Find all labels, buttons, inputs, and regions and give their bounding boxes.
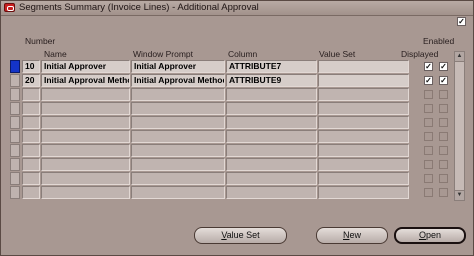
value_set-cell[interactable] [318, 116, 409, 129]
number-cell[interactable] [22, 116, 40, 129]
displayed-label: Displayed [401, 49, 439, 59]
enabled-checkbox[interactable] [439, 104, 448, 113]
number-label: Number [25, 36, 56, 46]
name-cell[interactable] [41, 158, 130, 171]
name-cell[interactable] [41, 102, 130, 115]
name-cell[interactable]: Initial Approval Metho [41, 74, 130, 87]
row-selector[interactable] [10, 60, 20, 73]
prompt-cell[interactable] [131, 130, 225, 143]
value_set-cell[interactable] [318, 144, 409, 157]
name-cell[interactable] [41, 144, 130, 157]
name-label: Name [44, 49, 67, 59]
number-cell[interactable]: 20 [22, 74, 40, 87]
number-cell[interactable]: 10 [22, 60, 40, 73]
number-cell[interactable] [22, 158, 40, 171]
prompt-cell[interactable] [131, 116, 225, 129]
value_set-cell[interactable] [318, 130, 409, 143]
displayed-checkbox[interactable]: ✓ [424, 76, 433, 85]
prompt-cell[interactable] [131, 186, 225, 199]
enabled-checkbox[interactable]: ✓ [439, 62, 448, 71]
number-cell[interactable] [22, 144, 40, 157]
row-selector[interactable] [10, 144, 20, 157]
scroll-up-icon[interactable]: ▲ [455, 52, 464, 62]
title-bar: Segments Summary (Invoice Lines) - Addit… [1, 1, 473, 16]
enabled-checkbox[interactable] [439, 188, 448, 197]
number-cell[interactable] [22, 172, 40, 185]
value_set-cell[interactable] [318, 74, 409, 87]
name-cell[interactable] [41, 186, 130, 199]
displayed-checkbox[interactable] [424, 132, 433, 141]
row-selector[interactable] [10, 158, 20, 171]
name-cell[interactable] [41, 172, 130, 185]
displayed-checkbox[interactable] [424, 118, 433, 127]
number-cell[interactable] [22, 88, 40, 101]
enabled-checkbox[interactable] [439, 146, 448, 155]
prompt-cell[interactable] [131, 172, 225, 185]
column-cell[interactable] [226, 102, 317, 115]
name-cell[interactable] [41, 130, 130, 143]
column-label: Column [228, 49, 258, 59]
column-cell[interactable] [226, 186, 317, 199]
new-button[interactable]: New [316, 227, 388, 244]
prompt-cell[interactable] [131, 88, 225, 101]
row-selector[interactable] [10, 74, 20, 87]
enabled-checkbox[interactable] [439, 90, 448, 99]
name-cell[interactable] [41, 88, 130, 101]
row-selector[interactable] [10, 116, 20, 129]
row-selector[interactable] [10, 186, 20, 199]
value_set-cell[interactable] [318, 102, 409, 115]
header-checkbox[interactable]: ✓ [457, 17, 466, 26]
displayed-checkbox[interactable] [424, 174, 433, 183]
segments-summary-window: Segments Summary (Invoice Lines) - Addit… [0, 0, 474, 256]
displayed-checkbox[interactable] [424, 188, 433, 197]
window-prompt-label: Window Prompt [133, 49, 193, 59]
scroll-down-icon[interactable]: ▼ [455, 190, 464, 200]
column-cell[interactable]: ATTRIBUTE7 [226, 60, 317, 73]
value_set-cell[interactable] [318, 60, 409, 73]
enabled-checkbox[interactable] [439, 160, 448, 169]
column-cell[interactable] [226, 116, 317, 129]
value-set-label: Value Set [319, 49, 356, 59]
number-cell[interactable] [22, 186, 40, 199]
column-cell[interactable] [226, 88, 317, 101]
window-title: Segments Summary (Invoice Lines) - Addit… [19, 2, 259, 13]
value_set-cell[interactable] [318, 186, 409, 199]
number-cell[interactable] [22, 102, 40, 115]
enabled-checkbox[interactable] [439, 132, 448, 141]
column-cell[interactable] [226, 172, 317, 185]
displayed-checkbox[interactable] [424, 146, 433, 155]
column-cell[interactable] [226, 130, 317, 143]
prompt-cell[interactable] [131, 144, 225, 157]
value_set-cell[interactable] [318, 88, 409, 101]
column-cell[interactable] [226, 158, 317, 171]
number-cell[interactable] [22, 130, 40, 143]
column-cell[interactable]: ATTRIBUTE9 [226, 74, 317, 87]
value_set-cell[interactable] [318, 158, 409, 171]
row-selector[interactable] [10, 88, 20, 101]
displayed-checkbox[interactable] [424, 90, 433, 99]
row-selector[interactable] [10, 130, 20, 143]
open-button[interactable]: Open [394, 227, 466, 244]
prompt-cell[interactable]: Initial Approval Method [131, 74, 225, 87]
enabled-checkbox[interactable]: ✓ [439, 76, 448, 85]
name-cell[interactable]: Initial Approver [41, 60, 130, 73]
name-cell[interactable] [41, 116, 130, 129]
prompt-cell[interactable] [131, 158, 225, 171]
column-cell[interactable] [226, 144, 317, 157]
prompt-cell[interactable] [131, 102, 225, 115]
oracle-icon [4, 3, 15, 12]
enabled-checkbox[interactable] [439, 174, 448, 183]
enabled-checkbox[interactable] [439, 118, 448, 127]
value-set-button[interactable]: Value Set [194, 227, 287, 244]
row-selector[interactable] [10, 102, 20, 115]
row-selector[interactable] [10, 172, 20, 185]
displayed-checkbox[interactable] [424, 160, 433, 169]
displayed-checkbox[interactable] [424, 104, 433, 113]
enabled-label: Enabled [423, 36, 455, 46]
prompt-cell[interactable]: Initial Approver [131, 60, 225, 73]
vertical-scrollbar[interactable]: ▲ ▼ [454, 51, 465, 201]
value_set-cell[interactable] [318, 172, 409, 185]
displayed-checkbox[interactable]: ✓ [424, 62, 433, 71]
